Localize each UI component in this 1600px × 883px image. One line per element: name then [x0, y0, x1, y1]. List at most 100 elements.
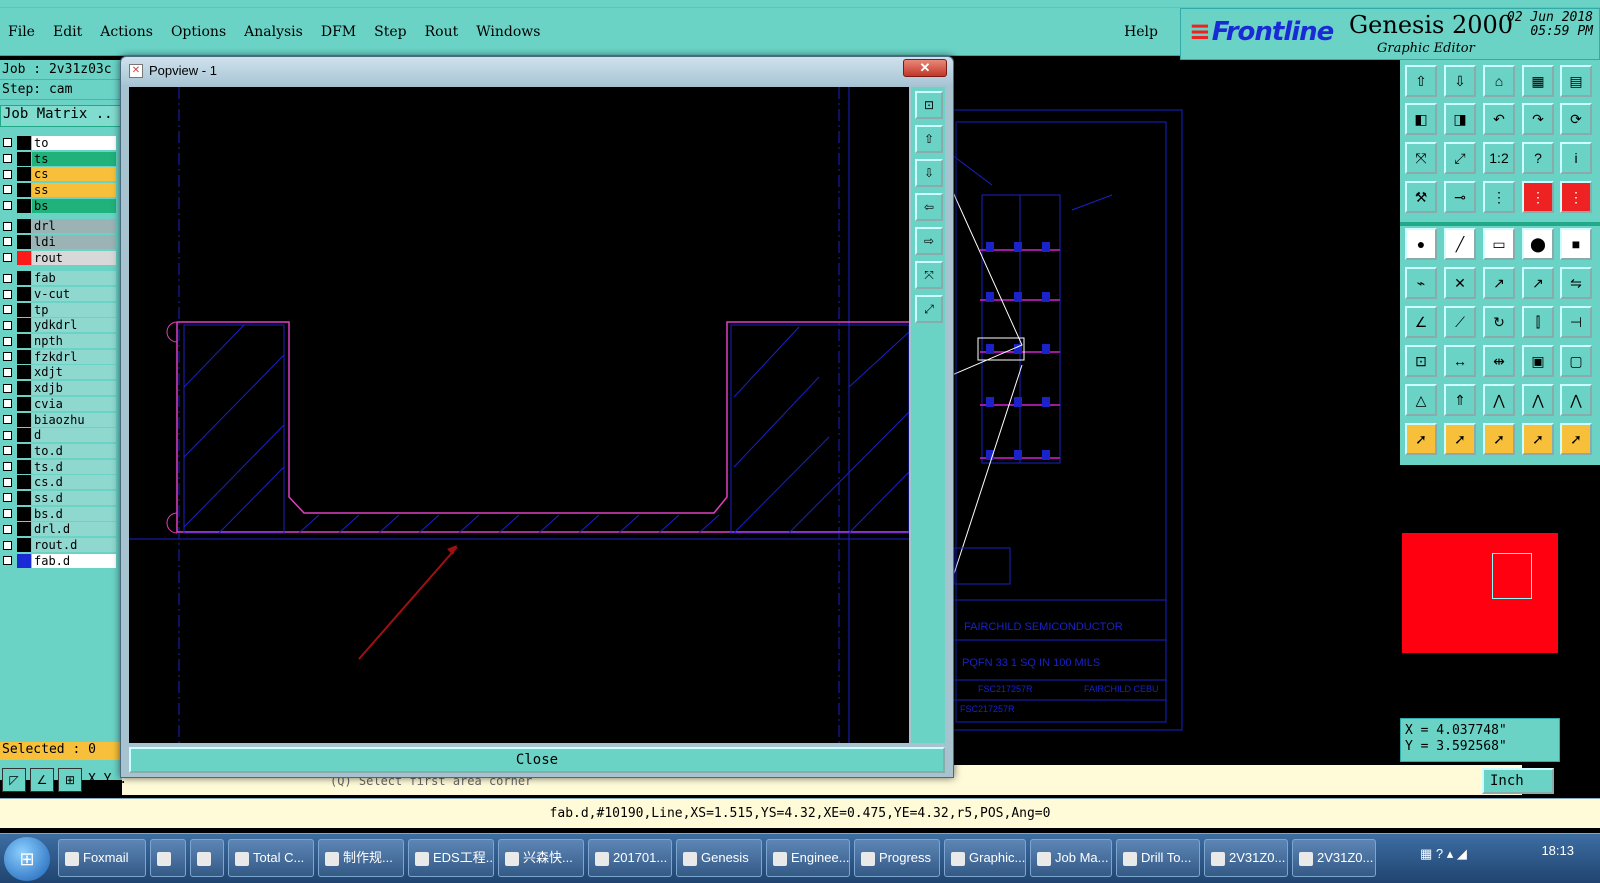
select5-icon[interactable]: ➚	[1560, 423, 1592, 455]
layer-checkbox[interactable]	[3, 221, 12, 231]
layer-name[interactable]: bs	[32, 198, 116, 213]
move-icon[interactable]: ↗	[1483, 267, 1515, 299]
menu-options[interactable]: Options	[171, 24, 226, 40]
layer-name[interactable]: v-cut	[32, 287, 116, 302]
layer-name[interactable]: xdjt	[32, 365, 116, 380]
line-edit-icon[interactable]: ⟋	[1444, 306, 1476, 338]
system-tray[interactable]: ▦ ? ▴ ◢	[1420, 846, 1467, 862]
layer-color-swatch[interactable]	[17, 135, 31, 150]
shape2-icon[interactable]: ⋀	[1522, 384, 1554, 416]
group-icon[interactable]: ▣	[1522, 345, 1554, 377]
layer-checkbox[interactable]	[3, 524, 12, 534]
layer-row[interactable]: xdjb	[0, 380, 116, 396]
info-icon[interactable]: i	[1560, 142, 1592, 174]
square-icon[interactable]: ■	[1560, 228, 1592, 260]
redo-icon[interactable]: ↷	[1522, 103, 1554, 135]
layer-row[interactable]: ts.d	[0, 459, 116, 475]
layer-row[interactable]: ydkdrl	[0, 318, 116, 334]
layer-name[interactable]: npth	[32, 334, 116, 349]
layer-checkbox[interactable]	[3, 201, 12, 211]
home-icon[interactable]: ⌂	[1483, 65, 1515, 97]
popview-close-button[interactable]: Close	[129, 747, 945, 773]
menu-actions[interactable]: Actions	[100, 24, 153, 40]
layer-checkbox[interactable]	[3, 185, 12, 195]
trim-icon[interactable]: ⊣	[1560, 306, 1592, 338]
taskbar-item[interactable]: Graphic...	[944, 839, 1026, 877]
units-button[interactable]: Inch	[1482, 768, 1554, 794]
layer-name[interactable]: xdjb	[32, 381, 116, 396]
zoom-fit-icon[interactable]: ⤧	[1405, 142, 1437, 174]
layer-color-swatch[interactable]	[17, 365, 31, 380]
layer-checkbox[interactable]	[3, 289, 12, 299]
layer-color-swatch[interactable]	[17, 443, 31, 458]
layer-color-swatch[interactable]	[17, 553, 31, 568]
measure-icon[interactable]: ∠	[30, 768, 54, 792]
layer-checkbox[interactable]	[3, 352, 12, 362]
help-icon[interactable]: ?	[1522, 142, 1554, 174]
snap-icon[interactable]: ◸	[2, 768, 26, 792]
layer-name[interactable]: drl.d	[32, 522, 116, 537]
scale-icon[interactable]: 1:2	[1483, 142, 1515, 174]
layer-row[interactable]: bs	[0, 198, 116, 214]
layer-row[interactable]: bs.d	[0, 506, 116, 522]
taskbar-item[interactable]: Total C...	[228, 839, 314, 877]
popview-fit-icon[interactable]: ⊡	[915, 91, 943, 119]
layer-row[interactable]: fab.d	[0, 553, 116, 569]
layer-color-swatch[interactable]	[17, 412, 31, 427]
menu-help[interactable]: Help	[1124, 24, 1158, 40]
layer-name[interactable]: cvia	[32, 396, 116, 411]
net-red-icon[interactable]: ⋮	[1522, 181, 1554, 213]
wrench-icon[interactable]: ⚒	[1405, 181, 1437, 213]
layer-checkbox[interactable]	[3, 462, 12, 472]
net-red2-icon[interactable]: ⋮	[1560, 181, 1592, 213]
layer-checkbox[interactable]	[3, 556, 12, 566]
select-icon[interactable]: ➚	[1405, 423, 1437, 455]
shape-icon[interactable]: ⋀	[1483, 384, 1515, 416]
circle-icon[interactable]: ⬤	[1522, 228, 1554, 260]
refresh-icon[interactable]: ⟳	[1560, 103, 1592, 135]
layer-checkbox[interactable]	[3, 493, 12, 503]
job-matrix-button[interactable]: Job Matrix ..	[0, 105, 122, 127]
layer-name[interactable]: rout.d	[32, 538, 116, 553]
layer-name[interactable]: fab	[32, 271, 116, 286]
dimension-icon[interactable]: ⇹	[1483, 345, 1515, 377]
add-line-icon[interactable]: ╱	[1444, 228, 1476, 260]
layer-row[interactable]: rout.d	[0, 537, 116, 553]
layer-color-swatch[interactable]	[17, 287, 31, 302]
taskbar-item[interactable]: Job Ma...	[1030, 839, 1112, 877]
popview-up-icon[interactable]: ⇧	[915, 125, 943, 153]
layer-row[interactable]: rout	[0, 250, 116, 266]
key-icon[interactable]: ⊸	[1444, 181, 1476, 213]
layer-color-swatch[interactable]	[17, 459, 31, 474]
layer-name[interactable]: drl	[32, 219, 116, 234]
layer-name[interactable]: tp	[32, 302, 116, 317]
layer-checkbox[interactable]	[3, 253, 12, 263]
layer-color-swatch[interactable]	[17, 381, 31, 396]
pan-right-icon[interactable]: ◨	[1444, 103, 1476, 135]
layer-name[interactable]: cs.d	[32, 475, 116, 490]
popview-right-icon[interactable]: ⇨	[915, 227, 943, 255]
layer-color-swatch[interactable]	[17, 167, 31, 182]
layer-row[interactable]: ts	[0, 151, 116, 167]
load-icon[interactable]: ⇧	[1405, 65, 1437, 97]
net-icon[interactable]: ⋮	[1483, 181, 1515, 213]
taskbar-item[interactable]: Progress	[854, 839, 940, 877]
layer-color-swatch[interactable]	[17, 219, 31, 234]
layer-color-swatch[interactable]	[17, 428, 31, 443]
taskbar-item[interactable]	[150, 839, 186, 877]
taskbar-item[interactable]: 201701...	[588, 839, 672, 877]
layer-row[interactable]: ss	[0, 182, 116, 198]
layer-row[interactable]: cs	[0, 166, 116, 182]
stretch-icon[interactable]: ↔	[1444, 345, 1476, 377]
layer-row[interactable]: v-cut	[0, 286, 116, 302]
close-icon[interactable]: ✕	[903, 59, 947, 77]
popview-titlebar[interactable]: ✕ Popview - 1 ✕	[121, 57, 953, 85]
layer-row[interactable]: tp	[0, 302, 116, 318]
layer-name[interactable]: bs.d	[32, 506, 116, 521]
layer-checkbox[interactable]	[3, 154, 12, 164]
taskbar-item[interactable]: Genesis	[676, 839, 762, 877]
menu-analysis[interactable]: Analysis	[244, 24, 303, 40]
layer-name[interactable]: ts.d	[32, 459, 116, 474]
layer-name[interactable]: to.d	[32, 443, 116, 458]
copy-icon[interactable]: ↗	[1522, 267, 1554, 299]
